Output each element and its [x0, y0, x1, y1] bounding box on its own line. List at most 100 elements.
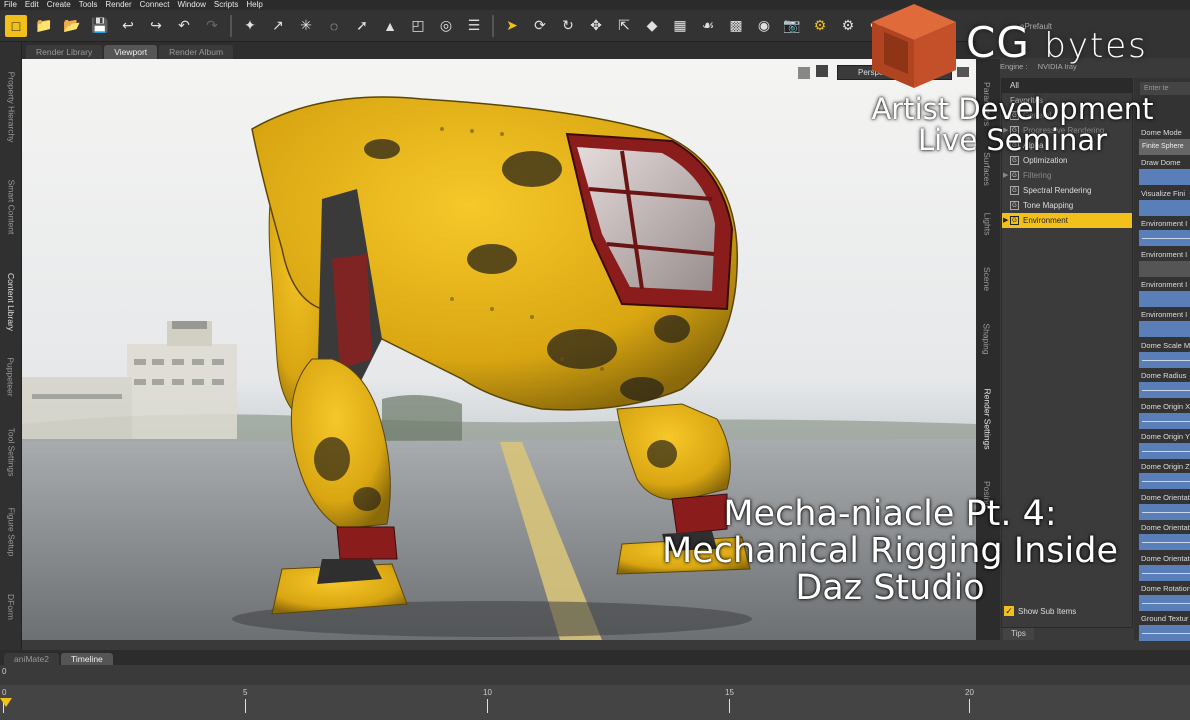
- property-slider[interactable]: [1139, 595, 1190, 611]
- group-spectral-rendering[interactable]: G Spectral Rendering: [1002, 183, 1132, 198]
- node-selection-icon[interactable]: ➤: [501, 15, 523, 37]
- property-image-map[interactable]: [1139, 260, 1190, 277]
- group-all[interactable]: All: [1002, 79, 1132, 93]
- property-row[interactable]: Dome Rotation: [1139, 583, 1190, 611]
- tab-scene[interactable]: Scene: [976, 259, 998, 299]
- tab-render-library[interactable]: Render Library: [26, 45, 103, 59]
- geometry-editor-icon[interactable]: ▦: [669, 15, 691, 37]
- spot-render-icon[interactable]: ◉: [753, 15, 775, 37]
- translate-tool-icon[interactable]: ✥: [585, 15, 607, 37]
- tab-puppeteer[interactable]: Puppeteer: [0, 342, 22, 412]
- redo-icon[interactable]: ↷: [201, 15, 223, 37]
- tab-figure-setup[interactable]: Figure Setup: [0, 492, 22, 572]
- property-row[interactable]: Dome Orientat: [1139, 492, 1190, 520]
- property-slider[interactable]: [1139, 473, 1190, 490]
- property-row[interactable]: Dome Origin Y: [1139, 431, 1190, 459]
- property-row[interactable]: Dome Origin Z: [1139, 461, 1190, 490]
- undo-icon[interactable]: ↶: [173, 15, 195, 37]
- property-slider[interactable]: [1139, 625, 1190, 642]
- node-edit-icon[interactable]: ▲: [379, 15, 401, 37]
- timeline[interactable]: 0 0 5 10 15 20: [0, 665, 1190, 720]
- menu-create[interactable]: Create: [43, 0, 75, 10]
- playhead-marker-icon[interactable]: [0, 698, 12, 707]
- property-slider[interactable]: [1139, 443, 1190, 459]
- menu-edit[interactable]: Edit: [21, 0, 43, 10]
- transform-icon[interactable]: ◰: [407, 15, 429, 37]
- tab-render-album[interactable]: Render Album: [159, 45, 234, 59]
- property-slider[interactable]: [1139, 534, 1190, 551]
- group-environment[interactable]: ▶ G Environment: [1002, 213, 1132, 228]
- distant-light-icon[interactable]: ↗: [267, 15, 289, 37]
- expand-arrow-icon[interactable]: ▶: [1003, 168, 1008, 183]
- property-slider[interactable]: [1139, 230, 1190, 247]
- menu-scripts[interactable]: Scripts: [210, 0, 242, 10]
- rotate-tool-icon[interactable]: ↻: [557, 15, 579, 37]
- geometry-icon[interactable]: ◎: [435, 15, 457, 37]
- menu-render[interactable]: Render: [101, 0, 135, 10]
- open-recent-icon[interactable]: 📂: [61, 15, 83, 37]
- render-settings-icon[interactable]: ⚙: [837, 15, 859, 37]
- property-slider[interactable]: [1139, 382, 1190, 399]
- property-row[interactable]: Environment I: [1139, 309, 1190, 338]
- universal-tool-icon[interactable]: ⟳: [529, 15, 551, 37]
- tab-shaping[interactable]: Shaping: [976, 314, 998, 364]
- property-row[interactable]: Environment I: [1139, 279, 1190, 307]
- property-toggle[interactable]: [1139, 321, 1190, 338]
- tab-tips[interactable]: Tips: [1003, 628, 1034, 640]
- property-row[interactable]: Draw Dome: [1139, 157, 1190, 186]
- open-folder-icon[interactable]: 📁: [33, 15, 55, 37]
- export-icon[interactable]: ↪: [145, 15, 167, 37]
- property-row[interactable]: Ground Textur: [1139, 613, 1190, 642]
- tab-render-settings[interactable]: Render Settings: [976, 379, 998, 459]
- align-icon[interactable]: ☰: [463, 15, 485, 37]
- tab-smart-content[interactable]: Smart Content: [0, 167, 22, 247]
- property-row[interactable]: Dome Origin X: [1139, 401, 1190, 429]
- spot-light-icon[interactable]: ◌: [323, 15, 345, 37]
- create-camera-icon[interactable]: ✦: [239, 15, 261, 37]
- property-row[interactable]: Dome Scale M: [1139, 340, 1190, 368]
- surface-selection-icon[interactable]: ◆: [641, 15, 663, 37]
- property-slider[interactable]: [1139, 503, 1190, 520]
- camera-render-icon[interactable]: 📷: [781, 15, 803, 37]
- property-row[interactable]: Environment I: [1139, 218, 1190, 247]
- render-icon[interactable]: ⚙: [809, 15, 831, 37]
- new-scene-icon[interactable]: □: [5, 14, 27, 37]
- tab-dform[interactable]: DForm: [0, 577, 22, 637]
- region-navigator-icon[interactable]: ▩: [725, 15, 747, 37]
- group-filtering[interactable]: ▶ G Filtering: [1002, 168, 1132, 183]
- expand-arrow-icon[interactable]: ▶: [1003, 213, 1008, 228]
- show-sub-items-checkbox[interactable]: ✓ Show Sub Items: [1004, 606, 1076, 616]
- menu-window[interactable]: Window: [173, 0, 209, 10]
- property-slider[interactable]: [1139, 351, 1190, 368]
- tab-tool-settings[interactable]: Tool Settings: [0, 412, 22, 492]
- draw-style-icon[interactable]: [816, 65, 828, 77]
- tab-property-hierarchy[interactable]: Property Hierarchy: [0, 62, 22, 152]
- point-light-icon[interactable]: ✳: [295, 15, 317, 37]
- joint-editor-icon[interactable]: ☙: [697, 15, 719, 37]
- property-row[interactable]: Dome Orientat: [1139, 553, 1190, 581]
- property-slider[interactable]: [1139, 564, 1190, 581]
- timeline-track[interactable]: [0, 685, 1190, 720]
- property-row[interactable]: Dome Radius: [1139, 370, 1190, 399]
- save-icon[interactable]: 💾: [89, 15, 111, 37]
- property-toggle[interactable]: [1139, 169, 1190, 186]
- property-row[interactable]: Dome Orientat: [1139, 522, 1190, 551]
- tab-content-library[interactable]: Content Library: [0, 257, 22, 347]
- tab-timeline[interactable]: Timeline: [60, 653, 113, 665]
- group-tone-mapping[interactable]: G Tone Mapping: [1002, 198, 1132, 213]
- menu-connect[interactable]: Connect: [136, 0, 174, 10]
- menu-tools[interactable]: Tools: [75, 0, 102, 10]
- merge-icon[interactable]: ↩: [117, 15, 139, 37]
- property-slider[interactable]: [1139, 412, 1190, 429]
- property-toggle[interactable]: [1139, 199, 1190, 216]
- menu-help[interactable]: Help: [242, 0, 266, 10]
- tab-animate2[interactable]: aniMate2: [4, 653, 59, 665]
- viewport-preview-icon[interactable]: [798, 67, 810, 79]
- property-row[interactable]: Visualize Fini: [1139, 188, 1190, 216]
- light-wand-icon[interactable]: ➚: [351, 15, 373, 37]
- tab-lights[interactable]: Lights: [976, 204, 998, 244]
- property-row[interactable]: Environment I: [1139, 249, 1190, 277]
- menu-file[interactable]: File: [0, 0, 21, 10]
- tab-viewport[interactable]: Viewport: [104, 45, 158, 59]
- scale-tool-icon[interactable]: ⇱: [613, 15, 635, 37]
